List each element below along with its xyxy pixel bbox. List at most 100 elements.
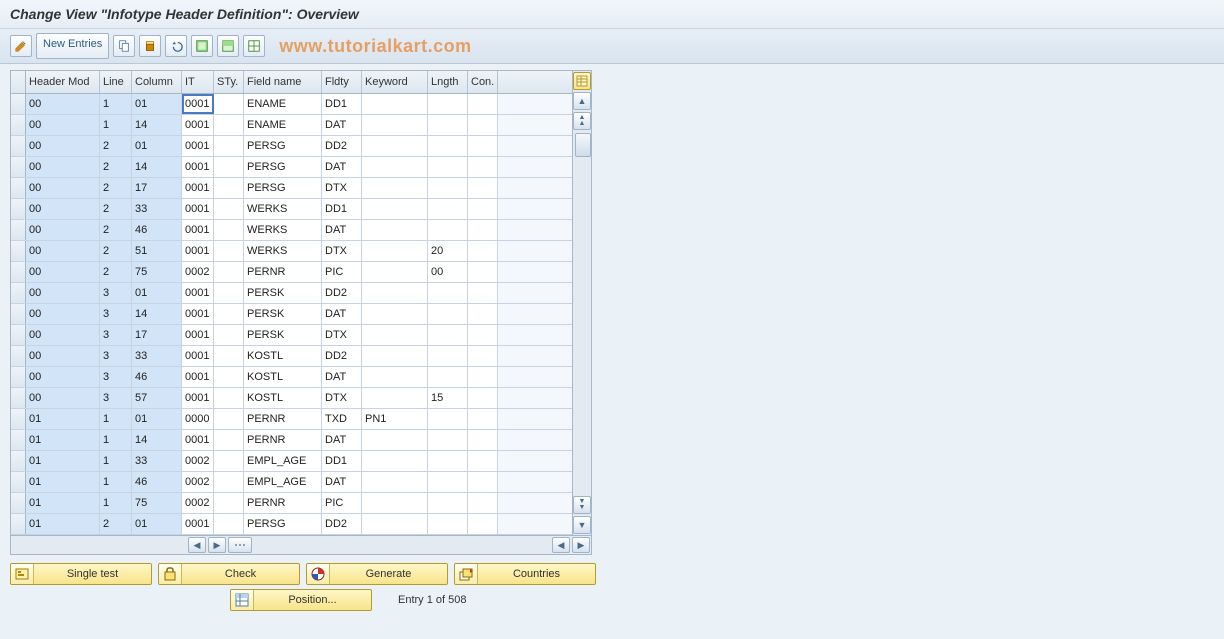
cell-col[interactable]: 14 [132, 304, 182, 324]
cell-key[interactable] [362, 157, 428, 177]
cell-it[interactable]: 0001 [182, 283, 214, 303]
cell-con[interactable] [468, 388, 498, 408]
cell-line[interactable]: 2 [100, 262, 132, 282]
cell-line[interactable]: 2 [100, 220, 132, 240]
new-entries-button[interactable]: New Entries [36, 33, 109, 59]
cell-lngth[interactable] [428, 493, 468, 513]
cell-lngth[interactable] [428, 199, 468, 219]
cell-col[interactable]: 14 [132, 115, 182, 135]
cell-con[interactable] [468, 199, 498, 219]
scroll-down-icon[interactable]: ▼ [573, 516, 591, 534]
cell-con[interactable] [468, 283, 498, 303]
cell-fname[interactable]: WERKS [244, 199, 322, 219]
row-handle[interactable] [11, 346, 26, 366]
cell-sty[interactable] [214, 367, 244, 387]
cell-line[interactable]: 3 [100, 304, 132, 324]
cell-lngth[interactable] [428, 94, 468, 114]
cell-fname[interactable]: ENAME [244, 94, 322, 114]
cell-sty[interactable] [214, 451, 244, 471]
cell-lngth[interactable] [428, 367, 468, 387]
cell-key[interactable] [362, 472, 428, 492]
cell-lngth[interactable] [428, 514, 468, 534]
cell-hmod[interactable]: 00 [26, 388, 100, 408]
row-handle[interactable] [11, 220, 26, 240]
row-handle[interactable] [11, 262, 26, 282]
cell-lngth[interactable]: 15 [428, 388, 468, 408]
cell-line[interactable]: 3 [100, 325, 132, 345]
cell-con[interactable] [468, 493, 498, 513]
scroll-up-icon[interactable]: ▲ [573, 92, 591, 110]
cell-lngth[interactable]: 00 [428, 262, 468, 282]
cell-it[interactable]: 0001 [182, 241, 214, 261]
cell-key[interactable] [362, 430, 428, 450]
cell-key[interactable] [362, 493, 428, 513]
col-header-con[interactable]: Con. [468, 71, 498, 93]
cell-fldty[interactable]: DD1 [322, 199, 362, 219]
table-row[interactable]: 002140001PERSGDAT [11, 157, 572, 178]
scroll-page-down-icon[interactable]: ▼▼ [573, 496, 591, 514]
row-handle[interactable] [11, 136, 26, 156]
table-row[interactable]: 011460002EMPL_AGEDAT [11, 472, 572, 493]
cell-con[interactable] [468, 241, 498, 261]
cell-col[interactable]: 17 [132, 178, 182, 198]
cell-con[interactable] [468, 94, 498, 114]
cell-sty[interactable] [214, 178, 244, 198]
col-header-line[interactable]: Line [100, 71, 132, 93]
cell-con[interactable] [468, 262, 498, 282]
cell-con[interactable] [468, 178, 498, 198]
cell-line[interactable]: 2 [100, 178, 132, 198]
row-handle[interactable] [11, 94, 26, 114]
cell-lngth[interactable] [428, 115, 468, 135]
cell-hmod[interactable]: 00 [26, 220, 100, 240]
cell-it[interactable]: 0001 [182, 115, 214, 135]
cell-hmod[interactable]: 00 [26, 136, 100, 156]
cell-it[interactable]: 0001 [182, 514, 214, 534]
cell-hmod[interactable]: 01 [26, 430, 100, 450]
col-header-fieldname[interactable]: Field name [244, 71, 322, 93]
row-handle[interactable] [11, 472, 26, 492]
cell-it[interactable]: 0001 [182, 157, 214, 177]
scroll-page-up-icon[interactable]: ▲▲ [573, 112, 591, 130]
cell-it[interactable]: 0001 [182, 430, 214, 450]
cell-hmod[interactable]: 01 [26, 514, 100, 534]
cell-fname[interactable]: EMPL_AGE [244, 472, 322, 492]
table-row[interactable]: 002510001WERKSDTX20 [11, 241, 572, 262]
toggle-display-change-icon[interactable] [10, 35, 32, 57]
cell-fldty[interactable]: DAT [322, 220, 362, 240]
cell-col[interactable]: 01 [132, 136, 182, 156]
cell-lngth[interactable] [428, 325, 468, 345]
cell-it[interactable]: 0001 [182, 304, 214, 324]
cell-hmod[interactable]: 01 [26, 472, 100, 492]
cell-fldty[interactable]: DD1 [322, 94, 362, 114]
row-handle[interactable] [11, 304, 26, 324]
col-header-it[interactable]: IT [182, 71, 214, 93]
cell-line[interactable]: 1 [100, 493, 132, 513]
cell-line[interactable]: 2 [100, 136, 132, 156]
hscroll-right2-icon[interactable]: ▶ [572, 537, 590, 553]
table-row[interactable]: 003460001KOSTLDAT [11, 367, 572, 388]
cell-it[interactable]: 0001 [182, 94, 214, 114]
cell-hmod[interactable]: 00 [26, 157, 100, 177]
cell-fname[interactable]: KOSTL [244, 388, 322, 408]
cell-line[interactable]: 3 [100, 346, 132, 366]
select-all-icon[interactable] [191, 35, 213, 57]
cell-lngth[interactable] [428, 409, 468, 429]
cell-line[interactable]: 1 [100, 472, 132, 492]
cell-sty[interactable] [214, 283, 244, 303]
copy-as-icon[interactable] [113, 35, 135, 57]
cell-line[interactable]: 2 [100, 199, 132, 219]
undo-change-icon[interactable] [165, 35, 187, 57]
cell-key[interactable] [362, 514, 428, 534]
cell-fname[interactable]: PERSG [244, 178, 322, 198]
cell-fldty[interactable]: DTX [322, 325, 362, 345]
cell-it[interactable]: 0002 [182, 472, 214, 492]
cell-fname[interactable]: PERNR [244, 262, 322, 282]
vscroll-track[interactable] [574, 131, 590, 495]
cell-lngth[interactable] [428, 430, 468, 450]
cell-line[interactable]: 3 [100, 388, 132, 408]
table-row[interactable]: 012010001PERSGDD2 [11, 514, 572, 535]
cell-sty[interactable] [214, 514, 244, 534]
table-row[interactable]: 002460001WERKSDAT [11, 220, 572, 241]
table-row[interactable]: 011140001PERNRDAT [11, 430, 572, 451]
cell-fname[interactable]: PERSG [244, 136, 322, 156]
